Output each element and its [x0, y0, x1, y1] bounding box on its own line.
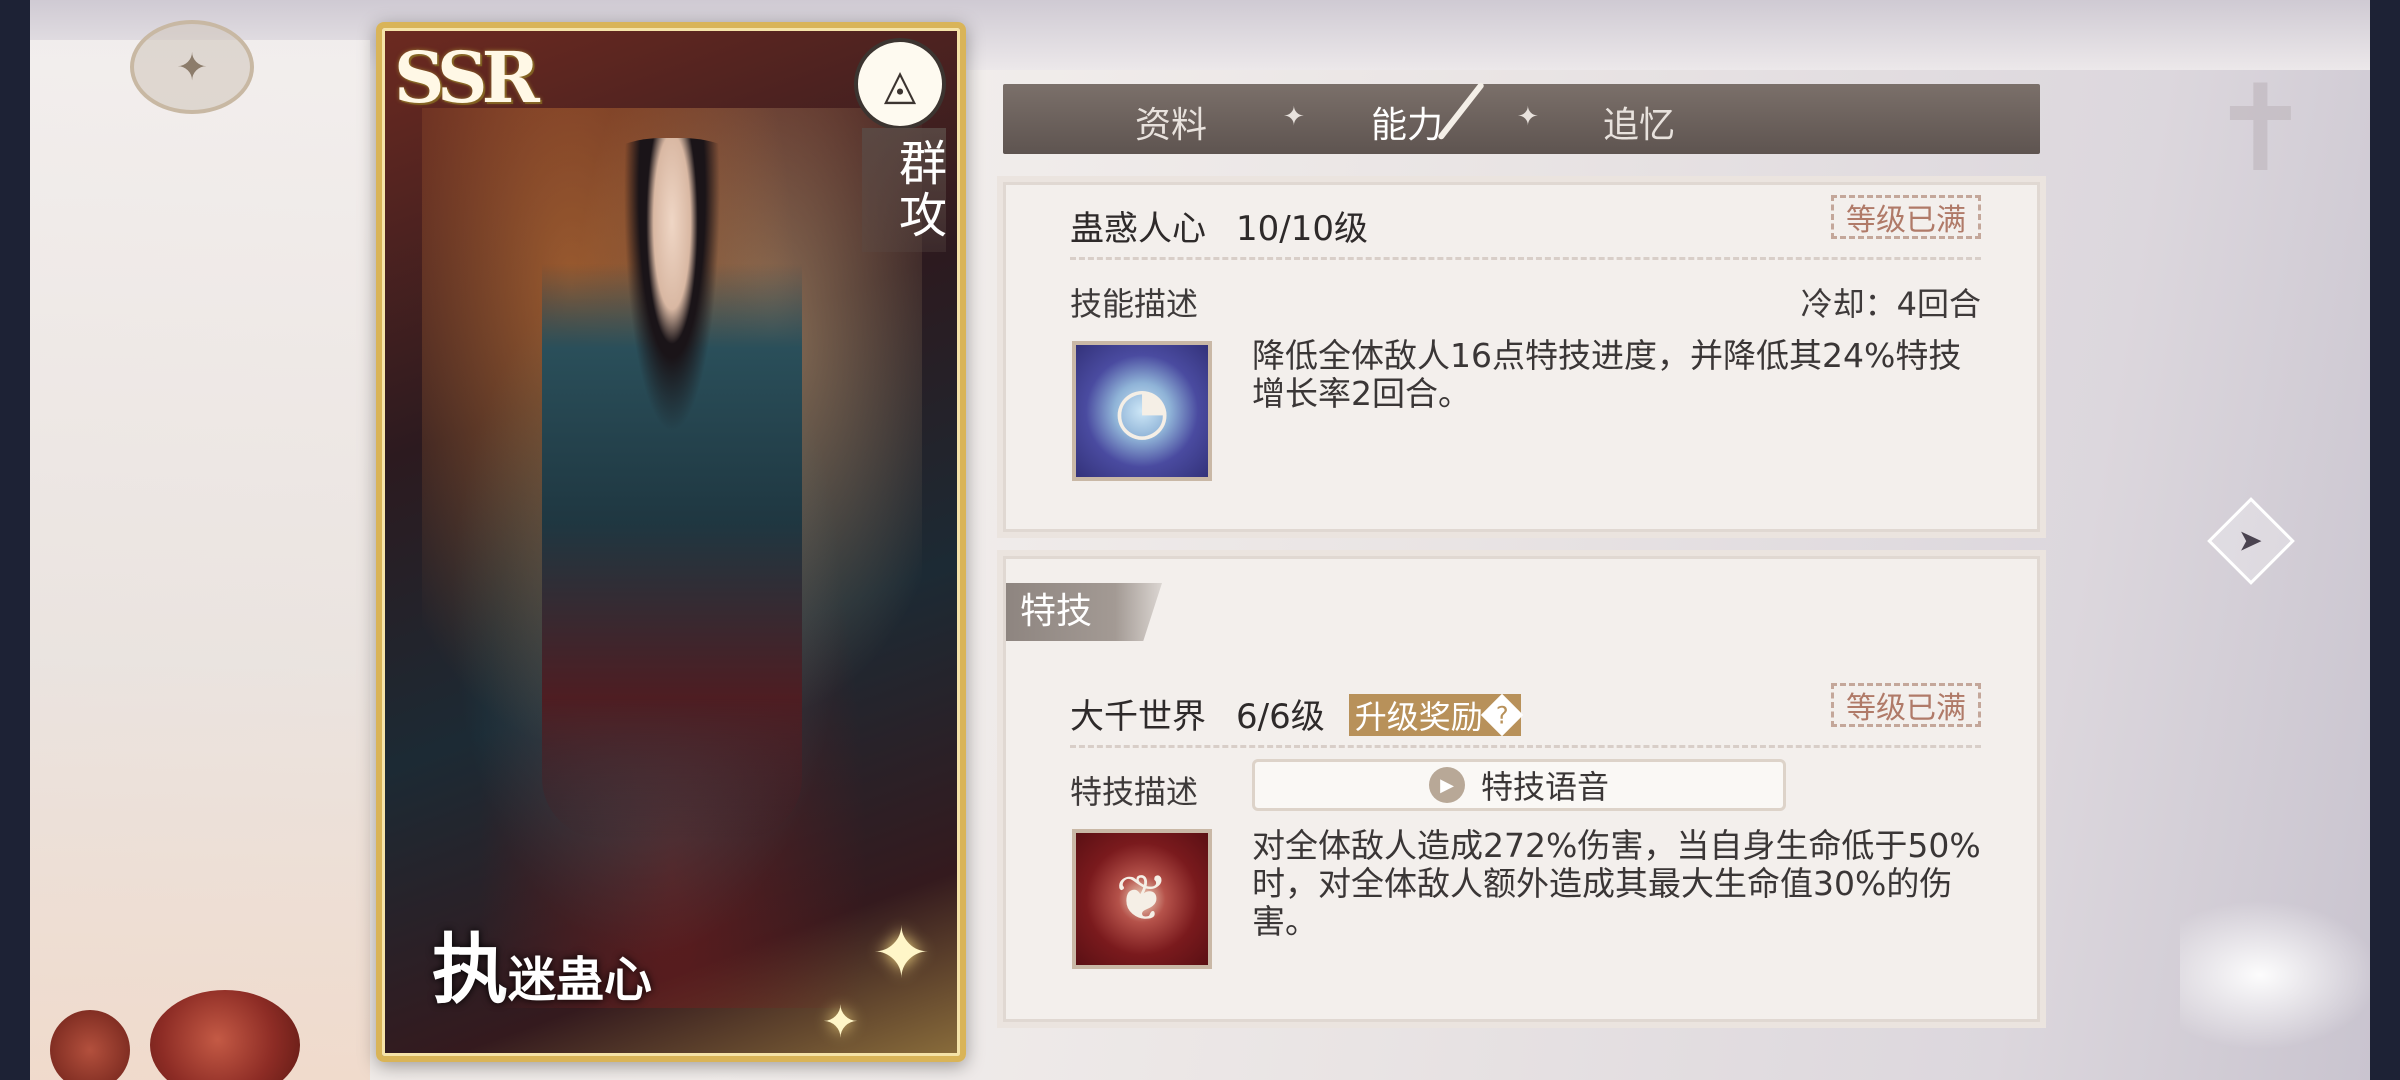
- special-description-label: 特技描述: [1070, 773, 1199, 811]
- rarity-badge: SSR: [394, 36, 540, 119]
- special-description: 对全体敌人造成272%伤害，当自身生命低于50%时，对全体敌人额外造成其最大生命…: [1252, 826, 1981, 941]
- upgrade-reward-label: 升级奖励: [1354, 698, 1483, 736]
- special-panel: 特技 大千世界 6/6级 升级奖励 ? 等级已满 特技描述 ▶ 特技语音 ❦ 对…: [1003, 556, 2040, 1022]
- skill-level: 10/10级: [1236, 209, 1368, 249]
- max-level-badge: 等级已满: [1831, 683, 1981, 727]
- butterfly-decoration: [2180, 900, 2370, 1050]
- tab-memories[interactable]: 追忆: [1603, 96, 1675, 148]
- triangle-circle-icon: ◬: [854, 38, 946, 130]
- special-level: 6/6级: [1236, 697, 1325, 737]
- upgrade-reward-button[interactable]: 升级奖励 ?: [1348, 693, 1523, 737]
- divider: [1070, 257, 1981, 260]
- left-backdrop: [30, 40, 370, 1080]
- character-illustration: [542, 138, 802, 838]
- tab-bar: 资料 ✦ 能力 ✦ 追忆: [1003, 81, 2040, 154]
- cross-decoration-icon: ✝: [2210, 60, 2311, 199]
- play-icon: ▶: [1428, 767, 1465, 803]
- special-voice-button[interactable]: ▶ 特技语音: [1252, 759, 1786, 811]
- skill-description: 降低全体敌人16点特技进度，并降低其24%特技增长率2回合。: [1252, 336, 1962, 413]
- red-swirl-icon[interactable]: ❦: [1072, 829, 1212, 969]
- skill-description-label: 技能描述: [1070, 285, 1199, 323]
- special-section-label: 特技: [1006, 583, 1162, 641]
- sparkle-icon: ✦: [872, 912, 931, 994]
- skill-panel: 蛊惑人心 10/10级 等级已满 技能描述 冷却：4回合 ◔ 降低全体敌人16点…: [1003, 182, 2040, 532]
- question-icon[interactable]: ?: [1480, 693, 1523, 737]
- feather-icon: [1437, 81, 1485, 141]
- sparkle-icon: ✦: [822, 997, 859, 1048]
- card-title-sub: 迷蛊心: [508, 952, 653, 1008]
- voice-button-label: 特技语音: [1480, 768, 1609, 806]
- star-separator-icon: ✦: [1283, 102, 1305, 132]
- card-title: 执迷蛊心: [432, 908, 652, 1018]
- card-title-main: 执: [432, 925, 508, 1014]
- divider: [1070, 745, 1981, 748]
- tab-profile[interactable]: 资料: [1135, 96, 1207, 148]
- skill-name: 蛊惑人心: [1070, 209, 1206, 249]
- special-header: 大千世界 6/6级 升级奖励 ?: [1070, 689, 1523, 738]
- special-name: 大千世界: [1070, 697, 1206, 737]
- max-level-badge: 等级已满: [1831, 195, 1981, 239]
- rose-decoration: [50, 1010, 130, 1080]
- character-card: SSR ◬ 群攻 执迷蛊心 ✦ ✦: [376, 22, 966, 1062]
- blue-orb-icon[interactable]: ◔: [1072, 341, 1212, 481]
- tab-ability[interactable]: 能力: [1371, 96, 1443, 148]
- star-separator-icon: ✦: [1517, 102, 1539, 132]
- skill-cooldown: 冷却：4回合: [1800, 285, 1981, 323]
- corner-emblem-icon: ✦: [130, 20, 254, 114]
- attack-type-label: 群攻: [862, 128, 946, 252]
- skill-header: 蛊惑人心 10/10级: [1070, 201, 1368, 250]
